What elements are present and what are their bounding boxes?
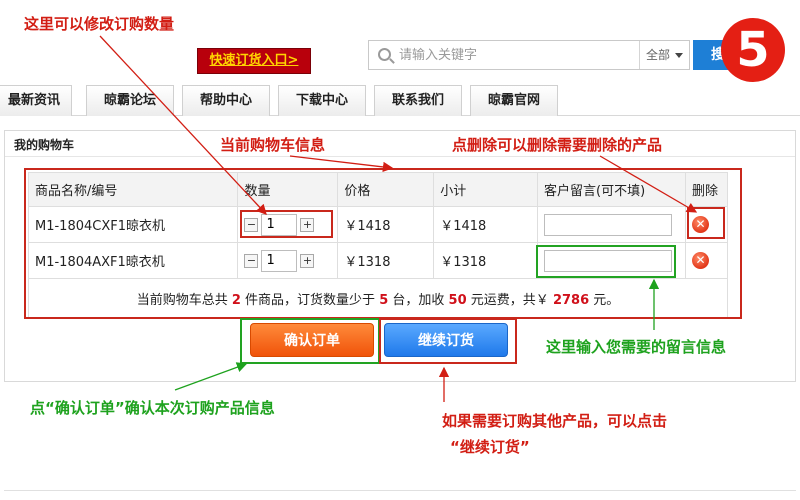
- continue-tip: 如果需要订购其他产品，可以点击: [442, 412, 668, 430]
- continue-tip-quote: “继续订货”: [450, 438, 530, 456]
- quantity-tip: 这里可以修改订购数量: [24, 15, 175, 33]
- confirm-tip: 点“确认订单”确认本次订购产品信息: [30, 399, 275, 417]
- cart-info-tip: 当前购物车信息: [220, 136, 326, 154]
- delete-tip: 点删除可以删除需要删除的产品: [452, 136, 663, 154]
- annotation-arrows: [99, 35, 698, 402]
- note-tip: 这里输入您需要的留言信息: [546, 338, 727, 356]
